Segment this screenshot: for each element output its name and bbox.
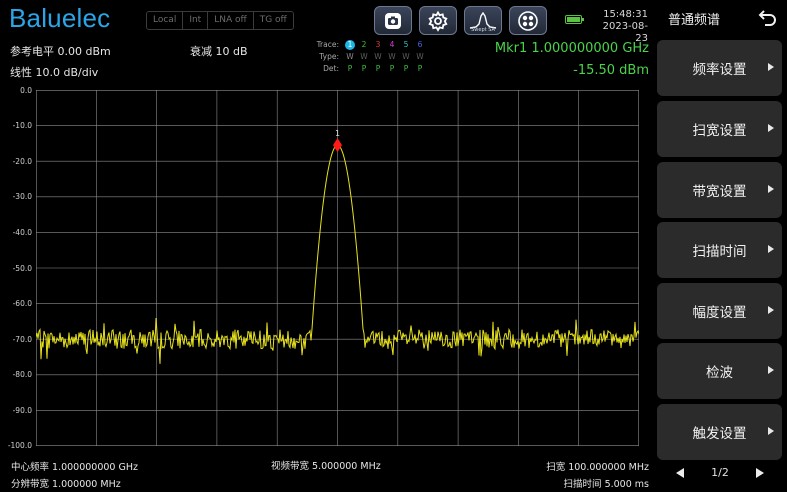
status-tg: TG off (259, 15, 287, 25)
trace-3-type: W (374, 52, 382, 61)
trace-row-label: Det: (323, 64, 339, 73)
trace-row-label: Trace: (316, 40, 339, 49)
menu-title: 普通频谱 (668, 13, 721, 28)
trace-2-number[interactable]: 2 (357, 39, 371, 51)
trace-6-type: W (416, 52, 424, 61)
spectrum-plot: 1 (36, 90, 639, 446)
gear-icon (428, 10, 448, 32)
trace-6-number[interactable]: 6 (413, 39, 427, 51)
trace-number-row: Trace: 1 2 3 4 5 6 (315, 39, 427, 51)
trace-table[interactable]: Trace: 1 2 3 4 5 6 Type: W W W W W W Det… (315, 39, 427, 75)
menu-bandwidth-button[interactable]: 带宽设置 (657, 162, 782, 218)
trace-type-row: Type: W W W W W W (315, 51, 427, 63)
marker-frequency[interactable]: Mkr1 1.000000000 GHz (495, 41, 649, 56)
battery-level (567, 17, 580, 22)
menu-item-label: 扫描时间 (692, 244, 747, 260)
y-tick: -10.0 (12, 121, 32, 130)
ref-level[interactable]: 参考电平 0.00 dBm (10, 43, 111, 59)
menu-item-label: 扫宽设置 (692, 123, 747, 139)
menu-frequency-button[interactable]: 频率设置 (657, 40, 782, 96)
return-icon (758, 10, 776, 26)
trace-1-badge[interactable]: 1 (345, 40, 355, 50)
clock: 15:48:31 2023-08-23 (590, 9, 648, 45)
trace-2-det: P (361, 64, 367, 73)
menu-amplitude-button[interactable]: 幅度设置 (657, 283, 782, 339)
menu-trigger-button[interactable]: 触发设置 (657, 404, 782, 460)
y-tick: -20.0 (12, 157, 32, 166)
next-page-icon[interactable] (755, 467, 764, 478)
scale-per-div[interactable]: 线性 10.0 dB/div (10, 64, 98, 80)
marker-level: -15.50 dBm (573, 63, 649, 78)
prev-page-icon[interactable] (676, 467, 684, 478)
y-tick: -80.0 (12, 370, 32, 379)
y-tick: -40.0 (12, 228, 32, 237)
status-int: Int (183, 12, 209, 29)
marker-1-diamond[interactable] (333, 138, 342, 153)
sweep-mode-button[interactable]: Swept SA (464, 6, 502, 35)
video-bandwidth[interactable]: 视频带宽 5.000000 MHz (271, 458, 381, 472)
trace-1-det: P (347, 64, 353, 73)
battery-icon (565, 15, 584, 24)
menu-item-label: 带宽设置 (692, 184, 747, 200)
spectrum-display[interactable]: 1 (36, 90, 639, 446)
brand-logo: Baluelec (9, 3, 111, 33)
menu-span-button[interactable]: 扫宽设置 (657, 101, 782, 157)
trace-5-det: P (403, 64, 409, 73)
y-tick: -30.0 (12, 192, 32, 201)
y-tick: -50.0 (12, 264, 32, 273)
menu-detector-button[interactable]: 检波 (657, 343, 782, 399)
submenu-arrow-icon (768, 63, 774, 71)
camera-icon (385, 12, 401, 29)
submenu-arrow-icon (768, 306, 774, 314)
y-tick: -70.0 (12, 335, 32, 344)
page-indicator: 1/2 (711, 466, 729, 479)
span[interactable]: 扫宽 100.000000 MHz (546, 459, 649, 473)
trace-3-det: P (375, 64, 381, 73)
menu-sweep-time-button[interactable]: 扫描时间 (657, 222, 782, 278)
menu-item-label: 检波 (706, 365, 733, 381)
sweep-time[interactable]: 扫描时间 5.000 ms (564, 476, 649, 490)
trace-4-det: P (389, 64, 395, 73)
screenshot-button[interactable] (374, 6, 412, 35)
status-indicators: Local Int LNA off TG off (146, 11, 294, 30)
marker-1-label: 1 (335, 129, 340, 138)
resolution-bandwidth[interactable]: 分辨带宽 1.000000 MHz (11, 476, 121, 490)
submenu-arrow-icon (768, 185, 774, 193)
submenu-arrow-icon (768, 124, 774, 132)
status-local: Local (147, 12, 184, 29)
submenu-arrow-icon (768, 427, 774, 435)
menu-item-label: 幅度设置 (692, 305, 747, 321)
trace-det-row: Det: P P P P P P (315, 63, 427, 75)
trace-row-label: Type: (319, 52, 339, 61)
trace-6-det: P (417, 64, 423, 73)
menu-pager: 1/2 (676, 466, 764, 479)
submenu-arrow-icon (768, 245, 774, 253)
trace-5-number[interactable]: 5 (399, 39, 413, 51)
trace-2-type: W (360, 52, 368, 61)
menu-item-label: 触发设置 (692, 426, 747, 442)
y-tick: 0.0 (20, 86, 32, 95)
sweep-mode-label: Swept SA (471, 27, 495, 33)
settings-button[interactable] (419, 6, 457, 35)
back-button[interactable] (758, 7, 778, 31)
apps-button[interactable] (509, 6, 547, 35)
clock-time: 15:48:31 (603, 9, 648, 20)
y-tick: -90.0 (12, 406, 32, 415)
apps-icon (518, 10, 538, 31)
submenu-arrow-icon (768, 366, 774, 374)
y-tick: -60.0 (12, 299, 32, 308)
attenuation[interactable]: 衰减 10 dB (190, 43, 248, 59)
center-frequency[interactable]: 中心频率 1.000000000 GHz (11, 459, 138, 473)
status-lna: LNA off (208, 12, 254, 29)
trace-4-type: W (388, 52, 396, 61)
trace-1-type: W (346, 52, 354, 61)
trace-4-number[interactable]: 4 (385, 39, 399, 51)
trace-5-type: W (402, 52, 410, 61)
trace-3-number[interactable]: 3 (371, 39, 385, 51)
menu-item-label: 频率设置 (692, 62, 747, 78)
y-tick: -100.0 (7, 441, 32, 450)
